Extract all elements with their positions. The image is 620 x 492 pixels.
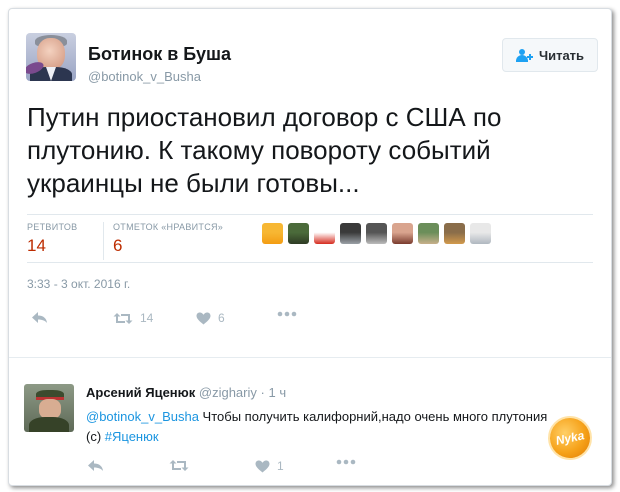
liker-avatar-4[interactable]: [340, 223, 361, 244]
reply-author-handle[interactable]: @zighariy: [199, 385, 257, 400]
reply-retweet-button[interactable]: [169, 459, 189, 472]
reply-text: @botinok_v_Busha Чтобы получить калифорн…: [86, 407, 556, 447]
reply-button[interactable]: [31, 311, 48, 324]
heart-icon: [255, 460, 270, 473]
heart-icon: [196, 312, 211, 325]
liker-avatar-8[interactable]: [444, 223, 465, 244]
reply-time[interactable]: 1 ч: [268, 385, 286, 400]
liker-avatar-9[interactable]: [470, 223, 491, 244]
retweet-icon: [113, 312, 133, 325]
add-user-icon: [515, 48, 533, 62]
reply-header: Арсений Яценюк @zighariy · 1 ч: [86, 385, 286, 400]
liker-avatar-1[interactable]: [262, 223, 283, 244]
divider: [27, 262, 593, 263]
stat-divider: [103, 222, 104, 260]
reply-reply-button[interactable]: [87, 459, 104, 472]
liker-avatar-3[interactable]: [314, 223, 335, 244]
author-handle[interactable]: @botinok_v_Busha: [88, 69, 201, 84]
main-tweet: Ботинок в Буша @botinok_v_Busha Читать П…: [9, 9, 611, 357]
divider: [27, 214, 593, 215]
retweets-label[interactable]: РЕТВИТОВ: [27, 222, 77, 232]
reply-icon: [87, 459, 104, 472]
author-avatar[interactable]: [26, 33, 76, 81]
liker-avatars: [262, 223, 491, 244]
reply-author-name[interactable]: Арсений Яценюк: [86, 385, 195, 400]
follow-button-label: Читать: [538, 47, 585, 63]
liker-avatar-7[interactable]: [418, 223, 439, 244]
author-name[interactable]: Ботинок в Буша: [88, 44, 231, 65]
more-icon: [336, 459, 356, 465]
retweet-count: 14: [140, 311, 154, 325]
liker-avatar-2[interactable]: [288, 223, 309, 244]
like-button[interactable]: 6: [196, 311, 225, 325]
more-button[interactable]: [277, 311, 297, 317]
reply-author-avatar[interactable]: [24, 384, 74, 432]
hashtag-link[interactable]: #Яценюк: [105, 429, 159, 444]
mention-link[interactable]: @botinok_v_Busha: [86, 409, 199, 424]
retweet-button[interactable]: 14: [113, 311, 153, 325]
reply-tweet: Арсений Яценюк @zighariy · 1 ч @botinok_…: [9, 361, 611, 485]
reply-separator: ·: [260, 385, 265, 400]
more-icon: [277, 311, 297, 317]
follow-button[interactable]: Читать: [502, 38, 598, 72]
reply-icon: [31, 311, 48, 324]
retweets-count[interactable]: 14: [27, 236, 46, 256]
tweet-text: Путин приостановил договор с США по плут…: [27, 102, 502, 198]
retweet-icon: [169, 459, 189, 472]
tweet-card: Ботинок в Буша @botinok_v_Busha Читать П…: [8, 8, 612, 486]
liker-avatar-5[interactable]: [366, 223, 387, 244]
likes-label[interactable]: ОТМЕТОК «НРАВИТСЯ»: [113, 222, 223, 232]
liker-avatar-6[interactable]: [392, 223, 413, 244]
section-divider: [9, 357, 611, 358]
reply-like-count: 1: [277, 459, 284, 473]
watermark-logo-text: Nyka: [554, 428, 586, 448]
tweet-timestamp[interactable]: 3:33 - 3 окт. 2016 г.: [27, 277, 130, 291]
like-count: 6: [218, 311, 225, 325]
likes-count[interactable]: 6: [113, 236, 122, 256]
reply-like-button[interactable]: 1: [255, 459, 284, 473]
reply-more-button[interactable]: [336, 459, 356, 465]
